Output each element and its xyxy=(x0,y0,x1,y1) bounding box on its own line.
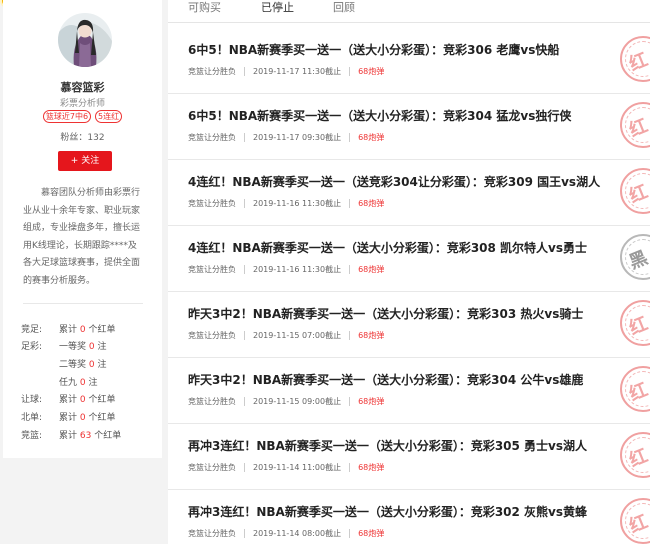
article-deadline: 2019-11-15 09:00截止 xyxy=(253,397,342,406)
article-category: 竞篮让分胜负 xyxy=(188,397,236,406)
avatar[interactable] xyxy=(58,13,112,67)
article-category: 竞篮让分胜负 xyxy=(188,463,236,472)
result-stamp-icon: 红 xyxy=(620,168,650,214)
article-category: 竞篮让分胜负 xyxy=(188,265,236,274)
article-meta: 竞篮让分胜负 2019-11-14 08:00截止 68炮弹 xyxy=(188,528,384,539)
result-stamp-icon: 红 xyxy=(620,300,650,346)
article-category: 竞篮让分胜负 xyxy=(188,199,236,208)
article-meta: 竞篮让分胜负 2019-11-17 11:30截止 68炮弹 xyxy=(188,66,384,77)
article-item[interactable]: 4连红！NBA新赛季买一送一（送大小分彩蛋）：竞彩308 凯尔特人vs勇士 竞篮… xyxy=(168,226,650,292)
article-item[interactable]: 再冲3连红！NBA新赛季买一送一（送大小分彩蛋）：竞彩302 灰熊vs黄蜂 竞篮… xyxy=(168,490,650,544)
article-price: 68炮弹 xyxy=(358,199,385,208)
article-category: 竞篮让分胜负 xyxy=(188,133,236,142)
badge-basketball-record: 篮球近7中6 xyxy=(42,110,92,123)
article-price: 68炮弹 xyxy=(358,463,385,472)
article-item[interactable]: 6中5！NBA新赛季买一送一（送大小分彩蛋）：竞彩304 猛龙vs独行侠 竞篮让… xyxy=(168,94,650,160)
status-tabs: 可购买 已停止 回顾 xyxy=(168,0,650,23)
article-list-panel: 可购买 已停止 回顾 6中5！NBA新赛季买一送一（送大小分彩蛋）：竞彩306 … xyxy=(168,0,650,544)
article-price: 68炮弹 xyxy=(358,67,385,76)
article-meta: 竞篮让分胜负 2019-11-14 11:00截止 68炮弹 xyxy=(188,462,384,473)
divider xyxy=(23,303,143,304)
tab-review[interactable]: 回顾 xyxy=(333,0,355,15)
expert-tags: 篮球近7中6 5连红 xyxy=(3,110,162,123)
result-stamp-icon: 红 xyxy=(620,498,650,544)
article-category: 竞篮让分胜负 xyxy=(188,67,236,76)
article-price: 68炮弹 xyxy=(358,265,385,274)
article-category: 竞篮让分胜负 xyxy=(188,529,236,538)
article-title[interactable]: 昨天3中2！NBA新赛季买一送一（送大小分彩蛋）：竞彩304 公牛vs雄鹿 xyxy=(188,371,583,388)
expert-intro: 慕容团队分析师由彩票行业从业十余年专家、职业玩家组成，专业操盘多年，擅长运用K线… xyxy=(23,188,141,286)
badge-streak: 5连红 xyxy=(95,110,123,123)
article-title[interactable]: 再冲3连红！NBA新赛季买一送一（送大小分彩蛋）：竞彩305 勇士vs湖人 xyxy=(188,437,587,454)
article-item[interactable]: 昨天3中2！NBA新赛季买一送一（送大小分彩蛋）：竞彩303 热火vs骑士 竞篮… xyxy=(168,292,650,358)
result-stamp-icon: 红 xyxy=(620,366,650,412)
result-stamp-icon: 红 xyxy=(620,432,650,478)
article-meta: 竞篮让分胜负 2019-11-15 07:00截止 68炮弹 xyxy=(188,330,384,341)
article-title[interactable]: 6中5！NBA新赛季买一送一（送大小分彩蛋）：竞彩306 老鹰vs快船 xyxy=(188,41,559,58)
article-deadline: 2019-11-15 07:00截止 xyxy=(253,331,342,340)
tab-purchasable[interactable]: 可购买 xyxy=(188,0,221,15)
article-item[interactable]: 再冲3连红！NBA新赛季买一送一（送大小分彩蛋）：竞彩305 勇士vs湖人 竞篮… xyxy=(168,424,650,490)
article-price: 68炮弹 xyxy=(358,133,385,142)
article-title[interactable]: 4连红！NBA新赛季买一送一（送大小分彩蛋）：竞彩308 凯尔特人vs勇士 xyxy=(188,239,587,256)
article-meta: 竞篮让分胜负 2019-11-17 09:30截止 68炮弹 xyxy=(188,132,384,143)
article-price: 68炮弹 xyxy=(358,529,385,538)
article-deadline: 2019-11-16 11:30截止 xyxy=(253,265,342,274)
article-price: 68炮弹 xyxy=(358,397,385,406)
expert-profile-card: 慕容篮彩 彩票分析师 篮球近7中6 5连红 粉丝：132 + 关注 慕容团队分析… xyxy=(3,0,162,458)
article-deadline: 2019-11-17 09:30截止 xyxy=(253,133,342,142)
article-title[interactable]: 6中5！NBA新赛季买一送一（送大小分彩蛋）：竞彩304 猛龙vs独行侠 xyxy=(188,107,571,124)
article-meta: 竞篮让分胜负 2019-11-15 09:00截止 68炮弹 xyxy=(188,396,384,407)
article-title[interactable]: 昨天3中2！NBA新赛季买一送一（送大小分彩蛋）：竞彩303 热火vs骑士 xyxy=(188,305,583,322)
result-stamp-icon: 红 xyxy=(620,102,650,148)
article-meta: 竞篮让分胜负 2019-11-16 11:30截止 68炮弹 xyxy=(188,264,384,275)
expert-name: 慕容篮彩 xyxy=(60,81,105,94)
article-title[interactable]: 再冲3连红！NBA新赛季买一送一（送大小分彩蛋）：竞彩302 灰熊vs黄蜂 xyxy=(188,503,587,520)
article-deadline: 2019-11-17 11:30截止 xyxy=(253,67,342,76)
article-deadline: 2019-11-14 11:00截止 xyxy=(253,463,342,472)
expert-role: 彩票分析师 xyxy=(59,99,105,109)
result-stamp-icon: 红 xyxy=(620,36,650,82)
article-price: 68炮弹 xyxy=(358,331,385,340)
article-category: 竞篮让分胜负 xyxy=(188,331,236,340)
article-deadline: 2019-11-14 08:00截止 xyxy=(253,529,342,538)
article-meta: 竞篮让分胜负 2019-11-16 11:30截止 68炮弹 xyxy=(188,198,384,209)
article-deadline: 2019-11-16 11:30截止 xyxy=(253,199,342,208)
fan-count: 粉丝：132 xyxy=(60,133,105,143)
article-item[interactable]: 昨天3中2！NBA新赛季买一送一（送大小分彩蛋）：竞彩304 公牛vs雄鹿 竞篮… xyxy=(168,358,650,424)
tab-stopped[interactable]: 已停止 xyxy=(261,0,294,15)
article-item[interactable]: 6中5！NBA新赛季买一送一（送大小分彩蛋）：竞彩306 老鹰vs快船 竞篮让分… xyxy=(168,28,650,94)
article-title[interactable]: 4连红！NBA新赛季买一送一（送竞彩304让分彩蛋）：竞彩309 国王vs湖人 xyxy=(188,173,600,190)
result-stamp-icon: 黑 xyxy=(620,234,650,280)
article-item[interactable]: 4连红！NBA新赛季买一送一（送竞彩304让分彩蛋）：竞彩309 国王vs湖人 … xyxy=(168,160,650,226)
follow-button[interactable]: + 关注 xyxy=(58,151,112,171)
